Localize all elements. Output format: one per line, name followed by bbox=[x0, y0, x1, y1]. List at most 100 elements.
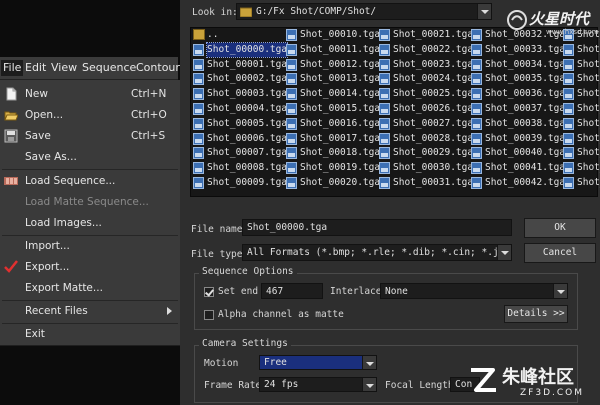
tga-file-icon bbox=[471, 147, 482, 160]
frame-rate-combo[interactable]: 24 fps bbox=[259, 377, 377, 392]
film-strip-icon bbox=[4, 177, 18, 185]
tga-file-icon bbox=[379, 117, 390, 130]
tga-file-icon bbox=[286, 162, 297, 175]
tga-file-icon bbox=[563, 43, 574, 56]
frame-rate-dropdown-arrow[interactable] bbox=[362, 378, 376, 391]
tga-file-icon bbox=[471, 58, 482, 71]
menu-item-open[interactable]: Open... Ctrl+O bbox=[0, 105, 180, 125]
menu-item-load-images[interactable]: Load Images... bbox=[0, 213, 180, 233]
menu-item-new[interactable]: New Ctrl+N bbox=[0, 84, 180, 104]
save-disk-icon bbox=[4, 129, 18, 143]
alpha-matte-checkbox[interactable] bbox=[204, 310, 214, 320]
menu-bar: File Edit View Sequence Contour bbox=[0, 57, 180, 80]
file-name-input[interactable]: Shot_00000.tga bbox=[242, 219, 512, 236]
alpha-matte-label: Alpha channel as matte bbox=[218, 309, 344, 320]
zf3d-logo-icon bbox=[471, 368, 496, 392]
cancel-button[interactable]: Cancel bbox=[524, 243, 596, 263]
tga-file-icon bbox=[379, 103, 390, 115]
motion-label: Motion bbox=[204, 358, 239, 369]
menu-item-import[interactable]: Import... bbox=[0, 236, 180, 256]
new-file-icon bbox=[6, 87, 17, 101]
hxsd-logo-icon bbox=[507, 10, 527, 30]
look-in-combo[interactable]: G:/Fx Shot/COMP/Shot/ bbox=[236, 3, 492, 20]
watermark-top-right: 火星时代 www.hxsd.com bbox=[506, 6, 599, 40]
tga-file-icon bbox=[286, 117, 297, 130]
tga-file-icon bbox=[471, 29, 482, 41]
tga-file-icon bbox=[193, 103, 204, 115]
submenu-arrow-icon bbox=[167, 307, 172, 315]
tga-file-icon bbox=[193, 177, 204, 189]
tga-file-icon bbox=[193, 117, 204, 130]
tga-file-icon bbox=[193, 132, 204, 145]
file-type-dropdown-arrow[interactable] bbox=[497, 245, 511, 260]
tga-file-icon bbox=[286, 177, 297, 189]
file-type-label: File type: bbox=[191, 249, 249, 260]
set-end-input[interactable]: 467 bbox=[261, 283, 323, 299]
focal-length-label: Focal Length bbox=[385, 380, 454, 391]
tga-file-icon bbox=[471, 88, 482, 101]
menu-separator bbox=[2, 169, 178, 170]
watermark-bottom-right: 朱峰社区 ZF3D.COM bbox=[468, 361, 598, 403]
tga-file-icon bbox=[193, 43, 204, 56]
tga-file-icon bbox=[193, 58, 204, 71]
menu-contour[interactable]: Contour bbox=[136, 61, 180, 74]
motion-dropdown-arrow[interactable] bbox=[362, 356, 376, 369]
look-in-dropdown-arrow[interactable] bbox=[477, 4, 491, 19]
motion-combo[interactable]: Free bbox=[259, 355, 377, 370]
tga-file-icon bbox=[193, 162, 204, 175]
tga-file-icon bbox=[471, 162, 482, 175]
tga-file-icon bbox=[563, 177, 574, 189]
menu-item-recent-files[interactable]: Recent Files bbox=[0, 301, 180, 321]
menu-edit[interactable]: Edit bbox=[25, 61, 46, 74]
folder-icon bbox=[240, 7, 252, 17]
tga-file-icon bbox=[563, 132, 574, 145]
tga-file-icon bbox=[286, 73, 297, 86]
tga-file-icon bbox=[471, 43, 482, 56]
tga-file-icon bbox=[563, 88, 574, 101]
tga-file-icon bbox=[563, 147, 574, 160]
tga-file-icon bbox=[563, 58, 574, 71]
menu-item-save[interactable]: Save Ctrl+S bbox=[0, 126, 180, 146]
tga-file-icon bbox=[379, 162, 390, 175]
file-type-combo[interactable]: All Formats (*.bmp; *.rle; *.dib; *.cin;… bbox=[242, 244, 512, 261]
tga-file-icon bbox=[379, 29, 390, 41]
tga-file-icon bbox=[379, 88, 390, 101]
tga-file-icon bbox=[471, 132, 482, 145]
open-folder-icon bbox=[4, 111, 18, 121]
tga-file-icon bbox=[193, 147, 204, 160]
tga-file-icon bbox=[379, 132, 390, 145]
tga-file-icon bbox=[286, 103, 297, 115]
tga-file-icon bbox=[193, 73, 204, 86]
tga-file-icon bbox=[471, 73, 482, 86]
sequence-options-title: Sequence Options bbox=[199, 266, 297, 277]
menu-item-export-matte[interactable]: Export Matte... bbox=[0, 278, 180, 298]
ok-button[interactable]: OK bbox=[524, 218, 596, 238]
tga-file-icon bbox=[286, 43, 297, 56]
tga-file-icon bbox=[286, 147, 297, 160]
interlace-dropdown-arrow[interactable] bbox=[553, 284, 567, 298]
details-button[interactable]: Details >> bbox=[504, 305, 568, 323]
tga-file-icon bbox=[286, 29, 297, 41]
menu-sequence[interactable]: Sequence bbox=[82, 61, 136, 74]
menu-item-load-matte-sequence: Load Matte Sequence... bbox=[25, 196, 149, 208]
set-end-checkbox[interactable] bbox=[204, 287, 214, 297]
tga-file-icon bbox=[286, 58, 297, 71]
tga-file-icon bbox=[286, 132, 297, 145]
menu-item-export[interactable]: Export... bbox=[0, 257, 180, 277]
tga-file-icon bbox=[563, 117, 574, 130]
menu-file[interactable]: File bbox=[1, 60, 24, 76]
file-menu-dropdown: New Ctrl+N Open... Ctrl+O Save Ctrl+S Sa… bbox=[0, 80, 181, 346]
tga-file-icon bbox=[379, 58, 390, 71]
tga-file-icon bbox=[563, 103, 574, 115]
file-name-label: File name: bbox=[191, 224, 249, 235]
menu-view[interactable]: View bbox=[51, 61, 77, 74]
tga-file-icon bbox=[286, 88, 297, 101]
frame-rate-label: Frame Rate bbox=[204, 380, 262, 391]
menu-item-save-as[interactable]: Save As... bbox=[0, 147, 180, 167]
tga-file-icon bbox=[471, 177, 482, 189]
interlace-combo[interactable]: None bbox=[380, 283, 568, 299]
look-in-label: Look in: bbox=[192, 7, 238, 18]
menu-item-load-sequence[interactable]: Load Sequence... bbox=[0, 171, 180, 191]
menu-item-exit[interactable]: Exit bbox=[0, 324, 180, 344]
tga-file-icon bbox=[193, 88, 204, 101]
